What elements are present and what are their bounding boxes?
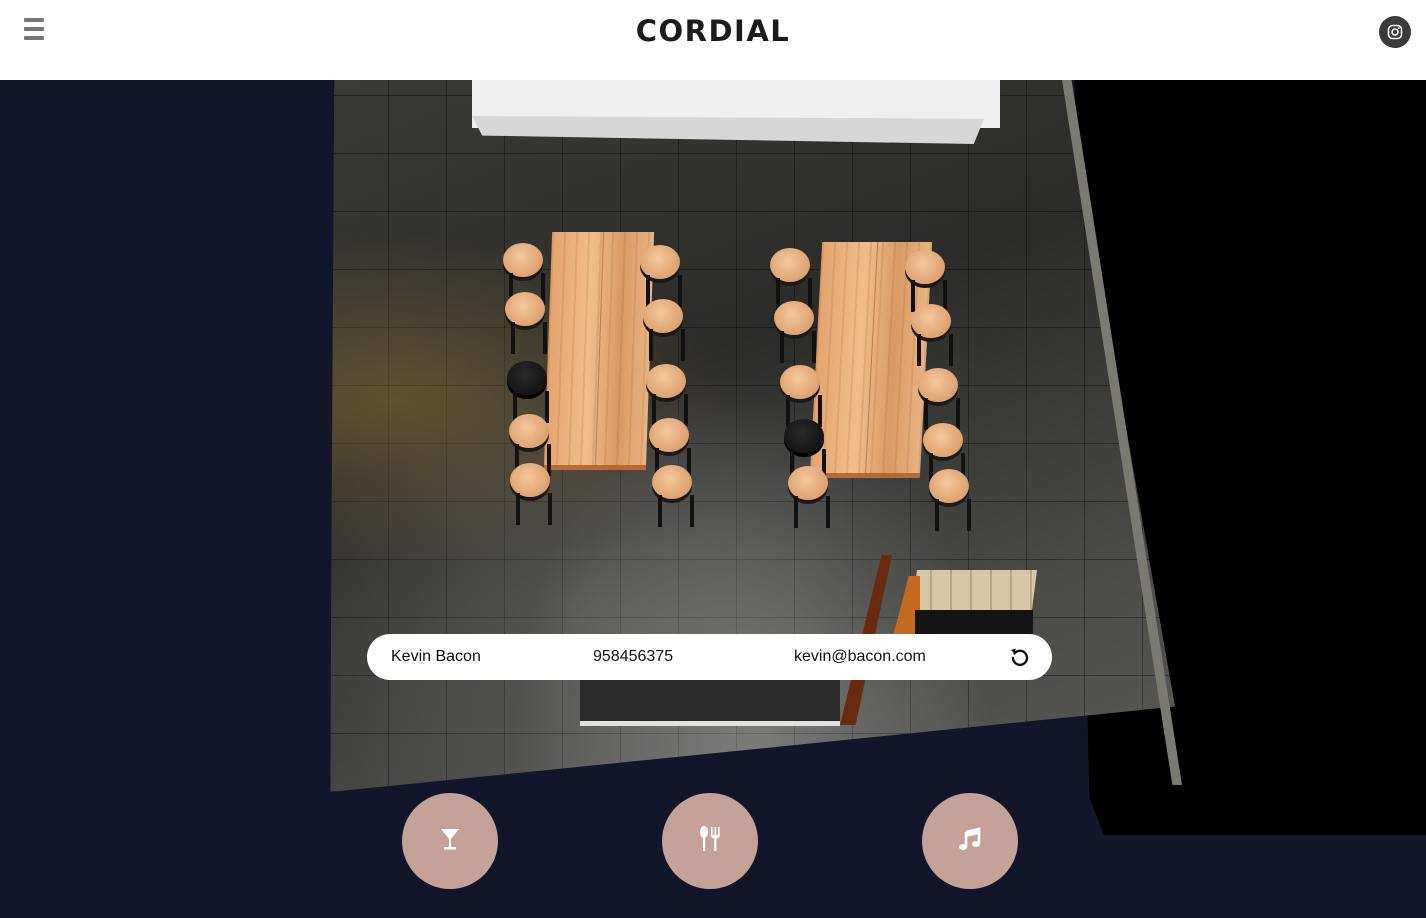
stool[interactable] — [510, 463, 552, 525]
cabinet-dark — [915, 610, 1033, 634]
table-left[interactable] — [543, 232, 655, 470]
brand-logo[interactable]: CORDIAL — [0, 14, 1426, 48]
stool-selected[interactable] — [507, 361, 549, 423]
stool[interactable] — [509, 414, 551, 476]
reset-icon[interactable] — [1008, 645, 1032, 669]
stool-selected[interactable] — [784, 419, 826, 481]
stool[interactable] — [505, 292, 547, 354]
fork-knife-icon — [698, 825, 722, 858]
stool[interactable] — [643, 299, 685, 361]
stool[interactable] — [652, 465, 694, 527]
stool[interactable] — [911, 304, 953, 366]
stool[interactable] — [918, 368, 960, 430]
drinks-button[interactable] — [402, 793, 498, 889]
stool[interactable] — [923, 423, 965, 485]
stool[interactable] — [780, 365, 822, 427]
stool[interactable] — [774, 301, 816, 363]
stool[interactable] — [649, 418, 691, 480]
instagram-icon[interactable] — [1379, 16, 1411, 48]
stool[interactable] — [788, 466, 830, 528]
site-header: CORDIAL — [0, 0, 1426, 80]
music-button[interactable] — [922, 793, 1018, 889]
lower-counter — [580, 680, 840, 726]
stool[interactable] — [503, 243, 545, 305]
food-button[interactable] — [662, 793, 758, 889]
guest-phone: 958456375 — [593, 648, 674, 665]
guest-email: kevin@bacon.com — [794, 648, 926, 665]
storage-crates — [912, 570, 1037, 610]
guest-name: Kevin Bacon — [391, 648, 481, 665]
stool[interactable] — [905, 250, 947, 312]
reservation-info-bar: Kevin Bacon 958456375 kevin@bacon.com — [367, 634, 1052, 680]
music-note-icon — [957, 826, 983, 857]
cocktail-icon — [439, 826, 461, 857]
stool[interactable] — [770, 248, 812, 310]
stool[interactable] — [929, 469, 971, 531]
stool[interactable] — [640, 245, 682, 307]
stool[interactable] — [646, 364, 688, 426]
